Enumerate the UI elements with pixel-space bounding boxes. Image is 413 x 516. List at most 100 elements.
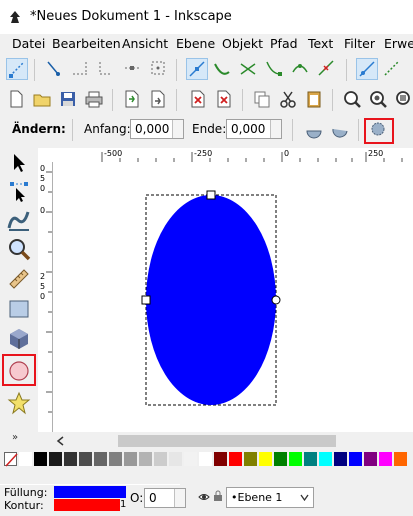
color-swatch[interactable]: [124, 452, 137, 466]
star-tool[interactable]: [6, 390, 32, 416]
open-button[interactable]: [32, 89, 54, 111]
color-swatch[interactable]: [319, 452, 332, 466]
open-arc-button[interactable]: [330, 119, 352, 141]
snap-toggle-button[interactable]: [6, 58, 28, 80]
copy-button[interactable]: [252, 89, 274, 111]
color-swatch[interactable]: [49, 452, 62, 466]
snap-nodes-button[interactable]: [186, 58, 208, 80]
color-swatch[interactable]: [394, 452, 407, 466]
color-swatch[interactable]: [139, 452, 152, 466]
menu-ansicht[interactable]: Ansicht: [122, 36, 168, 51]
color-swatch[interactable]: [349, 452, 362, 466]
color-swatch[interactable]: [94, 452, 107, 466]
menu-pfad[interactable]: Pfad: [270, 36, 298, 51]
scrollbar-thumb[interactable]: [118, 435, 336, 447]
printer-icon: [85, 91, 103, 108]
left-resize-handle[interactable]: [141, 295, 151, 305]
horizontal-scrollbar[interactable]: [38, 432, 413, 450]
snap-midpoint-button[interactable]: [316, 58, 338, 80]
menu-datei[interactable]: Datei: [12, 36, 45, 51]
print-button[interactable]: [84, 89, 106, 111]
zoom-drawing-button[interactable]: [368, 89, 390, 111]
scroll-left-icon[interactable]: [56, 436, 66, 446]
bbox-snap-icon: [47, 61, 60, 76]
menu-objekt[interactable]: Objekt: [222, 36, 263, 51]
color-swatch[interactable]: [169, 452, 182, 466]
start-angle-spinbox[interactable]: 0,000: [130, 119, 184, 139]
zoom-page-button[interactable]: [394, 89, 413, 111]
stroke-indicator[interactable]: [54, 499, 120, 511]
snap-bbox-button[interactable]: [44, 58, 66, 80]
color-swatch[interactable]: [34, 452, 47, 466]
lock-icon[interactable]: [213, 490, 223, 502]
snap-intersections-button[interactable]: [238, 58, 260, 80]
start-angle-arrows[interactable]: [172, 120, 183, 138]
cut-button[interactable]: [278, 89, 300, 111]
layer-dropdown[interactable]: •Ebene 1: [226, 487, 314, 508]
right-radius-handle[interactable]: [271, 295, 281, 305]
opacity-arrows[interactable]: [174, 489, 185, 507]
snap-bbox-corner-button[interactable]: [96, 58, 118, 80]
zoom-selection-button[interactable]: [342, 89, 364, 111]
closed-arc-button[interactable]: [304, 119, 326, 141]
color-swatch[interactable]: [109, 452, 122, 466]
import-button[interactable]: [122, 89, 144, 111]
menu-ebene[interactable]: Ebene: [176, 36, 215, 51]
color-swatch[interactable]: [274, 452, 287, 466]
drawing-canvas[interactable]: [53, 162, 413, 432]
menu-filter[interactable]: Filter: [344, 36, 375, 51]
snap-bbox-edge-button[interactable]: [70, 58, 92, 80]
3dbox-tool[interactable]: [6, 326, 32, 352]
color-swatch[interactable]: [304, 452, 317, 466]
color-swatch[interactable]: [364, 452, 377, 466]
color-swatch[interactable]: [154, 452, 167, 466]
snap-cusp-button[interactable]: [264, 58, 286, 80]
menu-erweiterungen[interactable]: Erwei: [384, 36, 413, 51]
paste-button[interactable]: [304, 89, 326, 111]
top-resize-handle[interactable]: [206, 190, 216, 200]
color-swatch[interactable]: [334, 452, 347, 466]
snap-object-center-button[interactable]: [382, 58, 404, 80]
others-snap-icon: [359, 61, 375, 77]
snap-paths-button[interactable]: [212, 58, 234, 80]
blue-ellipse[interactable]: [146, 195, 276, 405]
node-tool[interactable]: [6, 178, 32, 204]
color-swatch[interactable]: [19, 452, 32, 466]
zoom-tool[interactable]: [6, 236, 32, 262]
snap-bbox-center-button[interactable]: [148, 58, 170, 80]
measure-tool[interactable]: [6, 266, 32, 292]
magnifier-icon: [9, 239, 31, 261]
snap-smooth-button[interactable]: [290, 58, 312, 80]
status-bar: Füllung: Kontur: 1 O: 0 •Ebene 1: [0, 468, 413, 516]
color-swatch[interactable]: [214, 452, 227, 466]
menu-text[interactable]: Text: [308, 36, 333, 51]
snap-bbox-mid-button[interactable]: [122, 58, 144, 80]
end-angle-spinbox[interactable]: 0,000: [226, 119, 282, 139]
tweak-tool[interactable]: [6, 206, 32, 232]
new-document-button[interactable]: [6, 89, 28, 111]
color-swatch[interactable]: [379, 452, 392, 466]
color-swatch[interactable]: [289, 452, 302, 466]
rect-tool[interactable]: [6, 296, 32, 322]
menu-bearbeiten[interactable]: Bearbeiten: [52, 36, 121, 51]
selector-tool[interactable]: [6, 150, 32, 176]
undo-button[interactable]: [188, 89, 210, 111]
end-angle-arrows[interactable]: [270, 120, 281, 138]
color-swatch[interactable]: [184, 452, 197, 466]
color-swatch[interactable]: [259, 452, 272, 466]
eye-visibility-icon[interactable]: [198, 492, 210, 502]
fill-indicator[interactable]: [54, 486, 126, 498]
no-paint-swatch[interactable]: [4, 452, 18, 467]
color-swatch[interactable]: [79, 452, 92, 466]
window-title: *Neues Dokument 1 - Inkscape: [30, 9, 232, 24]
color-swatch[interactable]: [64, 452, 77, 466]
save-button[interactable]: [58, 89, 80, 111]
color-swatch[interactable]: [199, 452, 212, 466]
redo-button[interactable]: [214, 89, 236, 111]
toolbox-more-icon[interactable]: »: [12, 432, 18, 443]
snap-others-button[interactable]: [356, 58, 378, 80]
color-swatch[interactable]: [244, 452, 257, 466]
opacity-spinbox[interactable]: 0: [144, 488, 186, 508]
export-button[interactable]: [148, 89, 170, 111]
color-swatch[interactable]: [229, 452, 242, 466]
